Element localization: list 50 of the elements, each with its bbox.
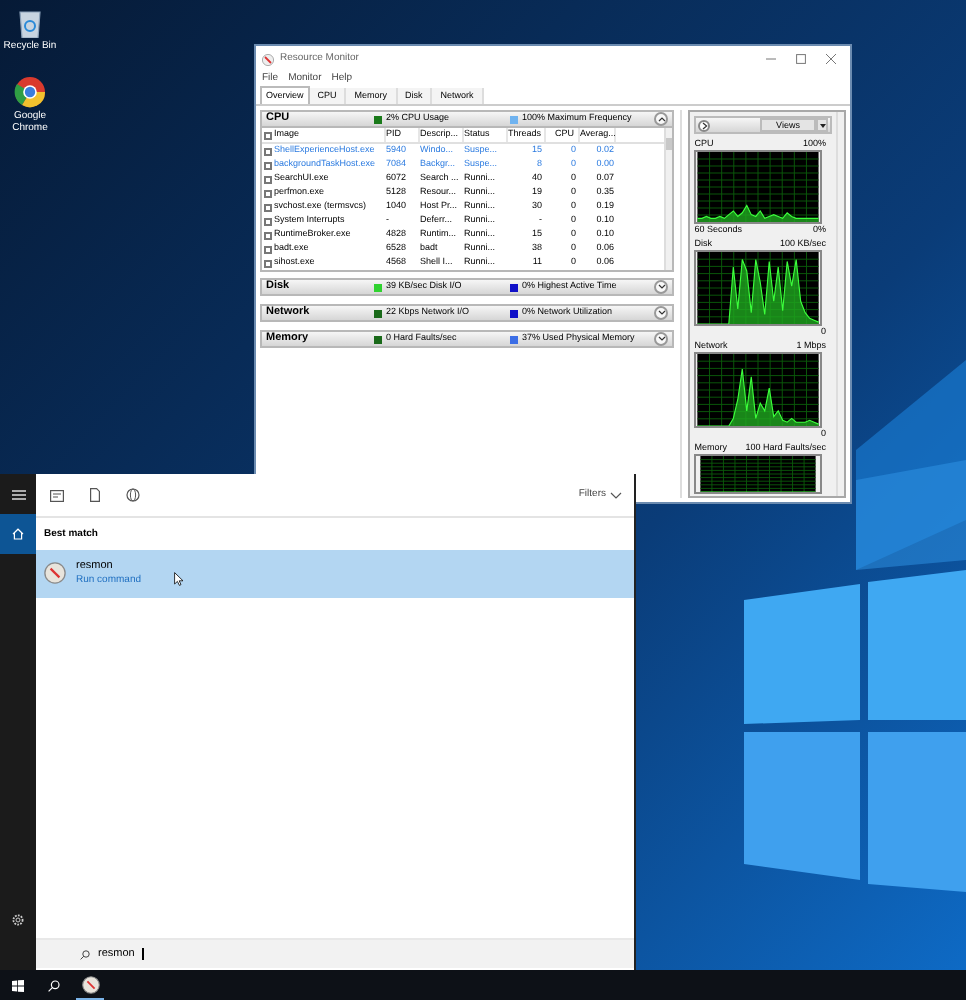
expand-button[interactable]	[698, 119, 711, 131]
collapse-button[interactable]	[654, 306, 669, 320]
usage-graph	[694, 454, 823, 494]
apps-icon	[50, 489, 64, 501]
usage-graph	[694, 150, 823, 224]
chevron-right-icon	[701, 121, 708, 129]
mouse-pointer-icon	[174, 571, 184, 585]
menu-icon	[11, 489, 25, 499]
caret-icon	[819, 123, 825, 127]
views-dropdown-button[interactable]	[816, 118, 828, 132]
settings-icon	[12, 914, 24, 926]
home-icon	[12, 528, 24, 540]
row-checkbox[interactable]	[264, 217, 272, 225]
chevron-down-icon	[657, 336, 666, 342]
filter-tab[interactable]	[48, 486, 66, 504]
windows-logo-icon	[12, 979, 24, 991]
chevron-down-icon	[657, 284, 666, 290]
filter-tab[interactable]	[124, 486, 142, 504]
recycle-bin-icon[interactable]	[16, 6, 44, 38]
row-checkbox[interactable]	[264, 259, 272, 267]
collapse-button[interactable]	[654, 112, 669, 126]
row-checkbox[interactable]	[264, 175, 272, 183]
row-checkbox[interactable]	[264, 203, 272, 211]
chevron-down-icon	[657, 310, 666, 316]
row-checkbox[interactable]	[264, 161, 272, 169]
search-icon	[80, 949, 90, 959]
gauge-icon	[44, 562, 66, 584]
search-icon	[48, 979, 60, 991]
globe-icon	[126, 488, 140, 502]
document-icon	[90, 488, 100, 502]
scrollbar[interactable]	[836, 112, 844, 496]
row-checkbox[interactable]	[264, 147, 272, 155]
row-checkbox[interactable]	[264, 231, 272, 239]
chevron-up-icon	[657, 116, 666, 122]
chevron-down-icon	[610, 491, 622, 499]
taskbar-button[interactable]	[76, 970, 104, 1000]
collapse-button[interactable]	[654, 332, 669, 346]
row-checkbox[interactable]	[264, 189, 272, 197]
row-checkbox[interactable]	[264, 245, 272, 253]
usage-graph	[694, 352, 823, 428]
gauge-icon	[81, 975, 99, 993]
close-icon[interactable]	[826, 54, 836, 64]
app-icon	[262, 53, 274, 65]
filter-tab[interactable]	[86, 486, 104, 504]
scrollbar[interactable]	[664, 128, 673, 270]
select-all-checkbox[interactable]	[264, 131, 272, 139]
browser-icon[interactable]	[14, 76, 46, 108]
collapse-button[interactable]	[654, 280, 669, 294]
usage-graph	[694, 250, 823, 326]
maximize-icon[interactable]	[796, 54, 806, 64]
